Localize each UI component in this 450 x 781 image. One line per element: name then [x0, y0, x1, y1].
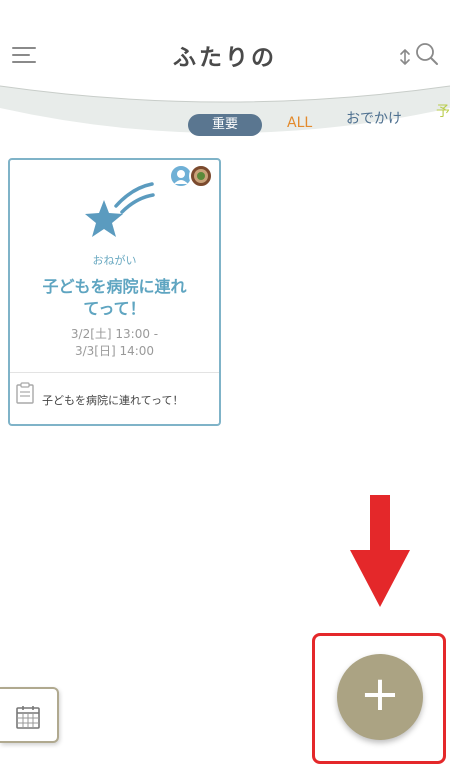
card-date-start: 3/2[土] 13:00 -: [70, 327, 159, 341]
app-title: ふたりの: [173, 45, 277, 71]
card-divider: [10, 372, 219, 373]
card-dates: 3/2[土] 13:00 - 3/3[日] 14:00: [10, 326, 219, 360]
card-category: おねがい: [92, 254, 137, 267]
calendar-button[interactable]: [0, 687, 59, 743]
card-title-line-2: てって！: [83, 299, 146, 318]
task-card[interactable]: おねがい 子どもを病院に連れ てって！ 3/2[土] 13:00 - 3/3[日…: [8, 158, 221, 426]
tab-odekake[interactable]: おでかけ: [346, 108, 402, 128]
avatar: [189, 164, 213, 188]
tab-partial[interactable]: 予: [436, 101, 450, 121]
memo-icon: [16, 382, 34, 404]
card-date-end: 3/3[日] 14:00: [74, 344, 155, 358]
shooting-star-icon: [85, 182, 155, 237]
sort-search-icon[interactable]: [398, 40, 440, 72]
card-title: 子どもを病院に連れ てって！: [20, 276, 209, 320]
assignee-avatars: [169, 164, 215, 190]
card-memo: 子どもを病院に連れてって！: [42, 394, 184, 407]
plus-icon: +: [359, 666, 401, 722]
app-screen: ふたりの 重要 ALL おでかけ 予 おねがい 子どもを病院に連れ てって！ 3…: [0, 0, 450, 781]
calendar-icon: [16, 706, 40, 729]
tab-all[interactable]: ALL: [287, 115, 312, 131]
tab-important[interactable]: 重要: [188, 114, 262, 136]
card-title-line-1: 子どもを病院に連れ: [42, 277, 187, 296]
red-arrow-annotation: [350, 495, 410, 607]
add-button[interactable]: +: [337, 654, 423, 740]
